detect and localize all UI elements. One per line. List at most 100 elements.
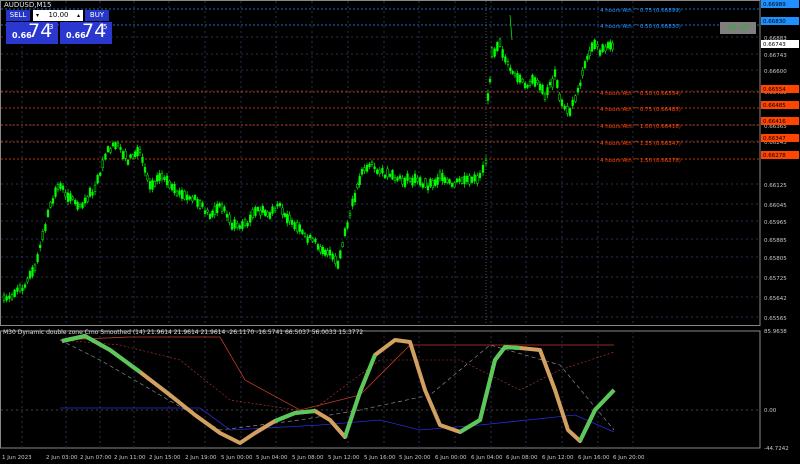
candle-body [175, 190, 179, 197]
candle-body [158, 173, 161, 181]
candle-body [596, 44, 599, 47]
candle-body [271, 206, 274, 214]
candle-body [188, 196, 191, 200]
candle-body [609, 41, 612, 50]
candle-body [288, 214, 291, 222]
osc-scale-tick: 0.00 [764, 408, 777, 414]
candle-body [370, 161, 374, 165]
candle-body [356, 183, 359, 189]
candle-body [143, 166, 147, 173]
candle-body [568, 108, 572, 116]
candle-body [201, 202, 204, 207]
candle-body [296, 222, 299, 232]
candle-body [64, 192, 67, 197]
lot-increase-icon[interactable]: ▴ [75, 10, 82, 21]
candle-body [170, 184, 174, 191]
candle-body [74, 200, 77, 205]
candle-body [246, 222, 249, 227]
candle-body [134, 151, 137, 158]
candle-body [163, 177, 166, 180]
candle-body [46, 209, 50, 217]
alert-off-button[interactable]: Aft-off [720, 22, 756, 34]
candle-body [121, 151, 125, 159]
fib-label: 4 hours Ath ^ 0.50 (0.66830) [600, 24, 681, 30]
candle-body [261, 205, 264, 213]
osc-main-up [578, 388, 616, 442]
candle-body [241, 221, 244, 230]
candle-body [268, 212, 272, 219]
oscillator-panel: 85.9638 0.00 -44.7242 [1, 329, 789, 452]
candle-body [576, 87, 580, 93]
candle-body [551, 78, 554, 88]
candle-body [438, 171, 442, 179]
price-marker-label: 0.66416 [763, 119, 786, 125]
candle-body [343, 228, 347, 236]
candle-body [553, 69, 557, 77]
candle-body [478, 172, 482, 178]
candle-body [468, 175, 471, 185]
osc-main-up [274, 409, 316, 423]
candle-body [160, 173, 164, 180]
candle-body [518, 74, 522, 83]
candle-body [490, 47, 494, 58]
candle-body [76, 201, 79, 210]
candle-body [99, 172, 102, 176]
indicator-label: M30 Dynamic double zone Cmo Smoothed (14… [3, 329, 364, 336]
candle-body [124, 151, 127, 159]
candle-body [411, 177, 414, 186]
sell-button[interactable]: SELL [6, 10, 30, 21]
candle-spike [509, 14, 513, 41]
candle-body [501, 49, 504, 58]
candle-body [283, 213, 286, 217]
candle-body [348, 213, 352, 216]
time-tick: 5 Jun 00:00 [221, 455, 253, 461]
osc-scale-tick: -44.7242 [764, 446, 789, 452]
candle-body [413, 173, 417, 184]
sell-quote-fraction: 3 [49, 23, 54, 31]
candle-body [61, 185, 65, 190]
candle-body [306, 236, 309, 243]
price-scale: 0.668830.667430.666000.664650.663650.662… [761, 0, 799, 322]
candle-body [538, 83, 542, 91]
fib-label: 4 hours Ath ^ 0.75 (0.66485) [600, 107, 681, 113]
candle-body [511, 71, 514, 74]
candle-body [533, 77, 537, 87]
candle-body [276, 203, 279, 207]
price-tick: 0.66125 [764, 183, 787, 189]
candle-body [191, 196, 194, 202]
candle-body [193, 194, 197, 200]
candle-body [236, 222, 239, 228]
candle-body [206, 209, 209, 213]
candle-body [138, 149, 142, 153]
price-marker-label: 0.66830 [763, 19, 786, 25]
candle-body [434, 179, 437, 186]
candle-body [476, 175, 479, 184]
candle-body [401, 177, 404, 185]
price-marker-label: 0.66485 [763, 103, 786, 109]
sell-quote[interactable]: 0.66 74 3 [6, 20, 58, 44]
time-tick: 6 Jun 04:00 [471, 455, 503, 461]
candle-body [448, 179, 451, 184]
time-tick: 5 Jun 16:00 [364, 455, 396, 461]
candle-body [331, 253, 334, 260]
buy-quote[interactable]: 0.66 74 5 [60, 20, 112, 44]
candle-body [101, 159, 104, 169]
price-tick: 0.65805 [764, 256, 787, 262]
candle-body [168, 180, 171, 189]
candle-body [513, 72, 517, 77]
buy-quote-fraction: 5 [103, 23, 108, 31]
fib-label: 4 hours Ath ^ 0.50 (0.66554) [600, 91, 681, 97]
candle-body [81, 202, 84, 209]
candle-body [5, 296, 8, 301]
candle-body [13, 289, 16, 297]
candle-body [8, 295, 11, 299]
candle-body [563, 105, 566, 110]
candle-body [88, 187, 92, 197]
candle-body [243, 219, 247, 226]
candle-body [498, 38, 502, 47]
candle-body [316, 244, 320, 250]
price-tick: 0.66600 [764, 69, 787, 75]
osc-main-up [458, 359, 497, 434]
price-marker-label: 0.66989 [763, 2, 786, 8]
chart-canvas[interactable]: 4 hours Ath ^ 0.75 (0.66899) 4 hours Ath … [0, 0, 800, 464]
